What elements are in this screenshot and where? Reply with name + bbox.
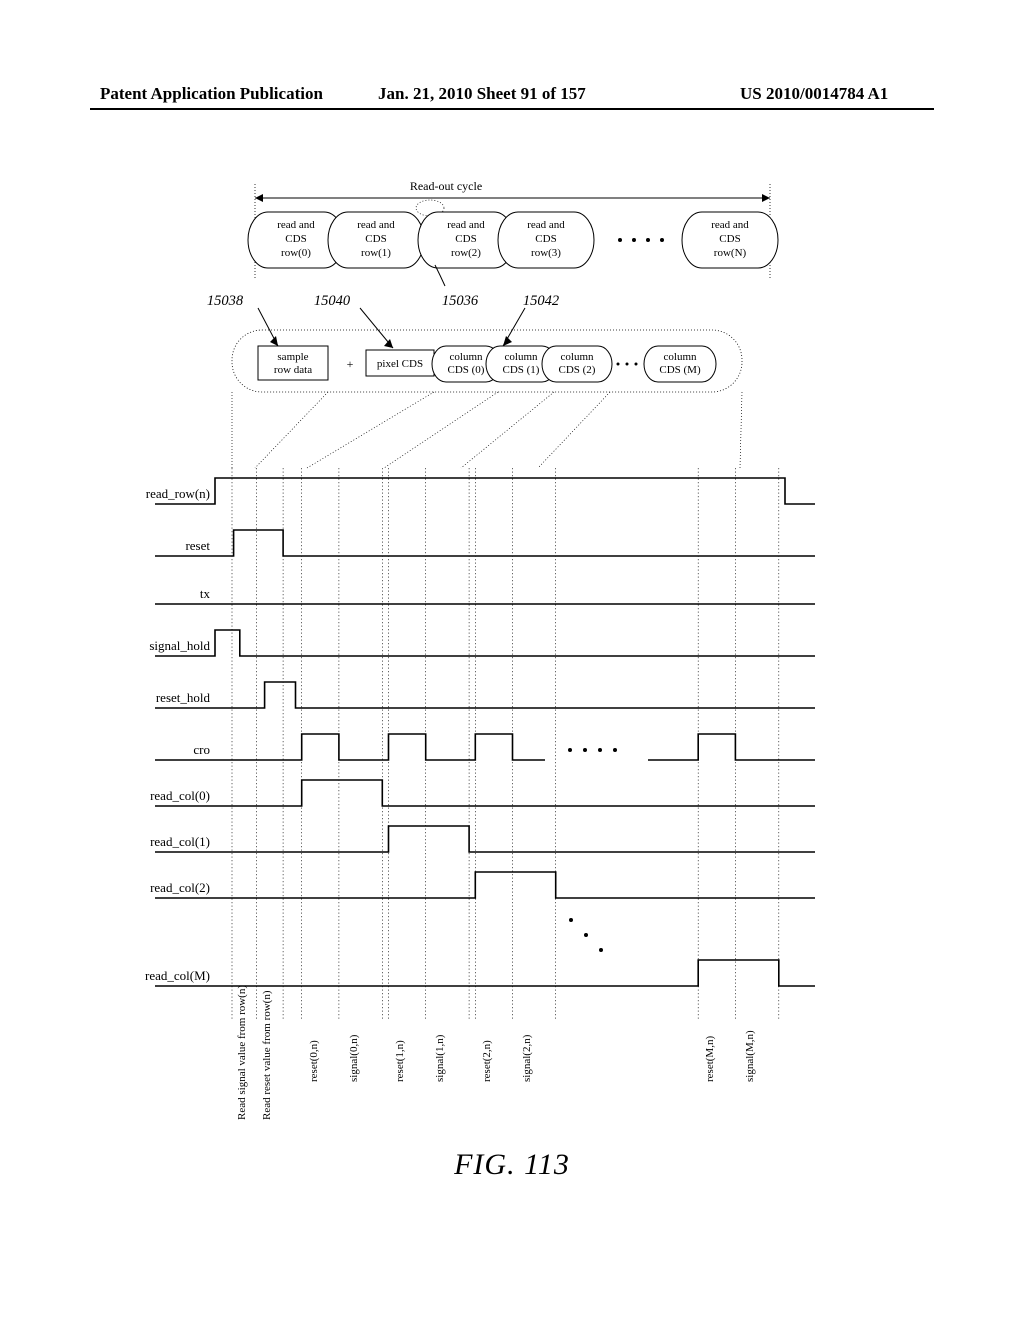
svg-text:reset(2,n): reset(2,n)	[481, 1040, 493, 1082]
svg-text:pixel CDS: pixel CDS	[377, 358, 423, 370]
ref-15038: 15038	[207, 293, 244, 309]
ref-15040: 15040	[314, 293, 351, 309]
svg-text:read and: read and	[357, 219, 395, 231]
svg-text:signal(M,n): signal(M,n)	[744, 1030, 756, 1082]
svg-text:reset(M,n): reset(M,n)	[704, 1036, 716, 1082]
svg-text:CDS (M): CDS (M)	[659, 364, 701, 376]
svg-text:read_col(2): read_col(2)	[150, 880, 210, 895]
svg-text:CDS (0): CDS (0)	[448, 364, 485, 376]
svg-text:reset(1,n): reset(1,n)	[394, 1040, 406, 1082]
readout-cycle-label: Read-out cycle	[410, 179, 482, 193]
svg-text:column: column	[664, 351, 697, 363]
svg-text:read and: read and	[447, 219, 485, 231]
svg-text:row(0): row(0)	[281, 247, 311, 259]
svg-text:read_col(1): read_col(1)	[150, 834, 210, 849]
figure-canvas: Read-out cycle read and CDS row(0) read …	[0, 150, 1024, 1140]
svg-text:read and: read and	[277, 219, 315, 231]
svg-text:read_row(n): read_row(n)	[146, 486, 210, 501]
svg-text:CDS: CDS	[285, 233, 306, 245]
svg-text:tx: tx	[200, 586, 211, 601]
svg-text:read_col(0): read_col(0)	[150, 788, 210, 803]
ref-15042: 15042	[523, 293, 559, 309]
svg-text:row(2): row(2)	[451, 247, 481, 259]
svg-text:signal(1,n): signal(1,n)	[434, 1034, 446, 1082]
svg-text:+: +	[347, 357, 354, 371]
svg-text:Read reset value from row(n): Read reset value from row(n)	[261, 990, 273, 1120]
svg-text:column: column	[505, 351, 538, 363]
svg-text:CDS: CDS	[535, 233, 556, 245]
svg-text:CDS (2): CDS (2)	[559, 364, 596, 376]
svg-text:row(1): row(1)	[361, 247, 391, 259]
svg-text:CDS (1): CDS (1)	[503, 364, 540, 376]
cycle-boxes: read and CDS row(0) read and CDS row(1) …	[248, 200, 778, 268]
svg-text:row data: row data	[274, 364, 312, 376]
ref-15036: 15036	[442, 293, 479, 309]
header-right: US 2010/0014784 A1	[740, 84, 888, 104]
svg-text:signal(0,n): signal(0,n)	[348, 1034, 360, 1082]
svg-text:cro: cro	[193, 742, 210, 757]
svg-text:reset(0,n): reset(0,n)	[308, 1040, 320, 1082]
header-mid: Jan. 21, 2010 Sheet 91 of 157	[378, 84, 586, 104]
svg-text:read_col(M): read_col(M)	[145, 968, 210, 983]
svg-text:read and: read and	[527, 219, 565, 231]
svg-text:reset: reset	[185, 538, 210, 553]
timing-diagram: read_row(n) reset tx signal_hold reset_h…	[145, 468, 815, 1120]
svg-text:column: column	[561, 351, 594, 363]
svg-text:signal_hold: signal_hold	[149, 638, 210, 653]
header-rule	[90, 108, 934, 110]
svg-text:column: column	[450, 351, 483, 363]
svg-text:sample: sample	[277, 351, 308, 363]
svg-text:CDS: CDS	[365, 233, 386, 245]
header-left: Patent Application Publication	[100, 84, 323, 104]
svg-text:signal(2,n): signal(2,n)	[521, 1034, 533, 1082]
svg-text:Read signal value from row(n): Read signal value from row(n)	[236, 985, 248, 1120]
figure-caption: FIG. 113	[0, 1148, 1024, 1182]
svg-text:row(N): row(N)	[714, 247, 747, 259]
svg-text:read and: read and	[711, 219, 749, 231]
svg-text:reset_hold: reset_hold	[156, 690, 211, 705]
svg-text:row(3): row(3)	[531, 247, 561, 259]
svg-text:CDS: CDS	[719, 233, 740, 245]
svg-text:CDS: CDS	[455, 233, 476, 245]
